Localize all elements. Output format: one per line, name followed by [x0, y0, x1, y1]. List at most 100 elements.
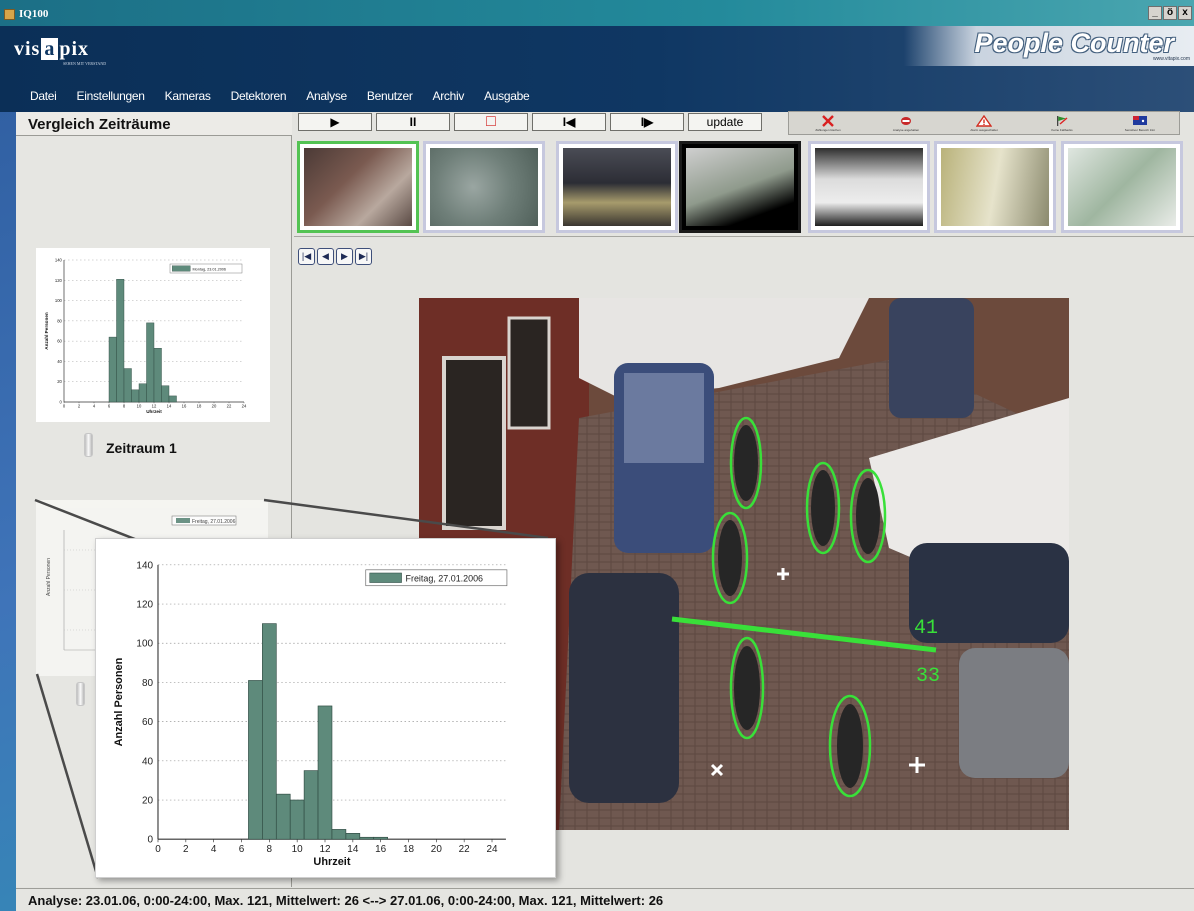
y-tick-label: 80: [142, 678, 154, 689]
menu-archiv[interactable]: Archiv: [433, 89, 465, 103]
analysis-status-bar: Analyse: 23.01.06, 0:00-24:00, Max. 121,…: [16, 888, 1194, 911]
ghost-y-label: Anzahl Personen: [46, 558, 52, 596]
sensitive-area-button[interactable]: Sensitiver Bereich Inkl.: [1101, 112, 1179, 134]
camera-thumb-3[interactable]: [556, 141, 678, 233]
stop-button[interactable]: □: [454, 113, 528, 131]
next-frame-button[interactable]: ▶: [336, 248, 353, 265]
tool-label: Sensitiver Bereich Inkl.: [1124, 127, 1156, 132]
menu-detektoren[interactable]: Detektoren: [231, 89, 287, 103]
step-back-button[interactable]: I◀: [532, 113, 606, 131]
close-button[interactable]: x: [1178, 6, 1192, 20]
histogram-bar: [331, 829, 347, 840]
app-title-text: IQ100: [19, 8, 49, 20]
product-banner: People Counter www.vitapix.com: [904, 26, 1194, 66]
period2-histogram-magnified[interactable]: 0204060801001201400 2 4 6 8 10 12 14 16 18 20 22 24A…: [95, 538, 556, 878]
y-axis-label: Anzahl Personen: [44, 312, 49, 350]
y-tick-label: 0: [147, 835, 153, 846]
camera-thumb-4[interactable]: [679, 141, 801, 233]
x-tick-label: 24: [486, 844, 498, 855]
y-tick-label: 60: [142, 717, 154, 728]
x-tick-label: 22: [459, 844, 471, 855]
first-frame-button[interactable]: |◀: [298, 248, 315, 265]
product-title: People Counter: [974, 28, 1174, 58]
pause-button[interactable]: II: [376, 113, 450, 131]
camera-thumb-2[interactable]: [423, 141, 545, 233]
legend-swatch: [172, 265, 191, 272]
histogram-bar: [262, 623, 277, 840]
x-tick-label: 20: [212, 403, 217, 408]
x-tick-label: 10: [292, 844, 304, 855]
vitapix-logo: vis a pix SEHEN MIT VERSTAND: [14, 38, 106, 66]
menu-datei[interactable]: Datei: [30, 89, 57, 103]
x-tick-label: 14: [167, 403, 172, 408]
clear-counts-button[interactable]: Zählungen löschen: [789, 112, 867, 134]
logo-text: vis a pix: [14, 38, 89, 60]
alarm-off-button[interactable]: Alarm ausgeschaltet: [945, 112, 1023, 134]
legend-swatch: [369, 572, 402, 583]
app-icon: [4, 8, 15, 20]
x-tick-label: 8: [123, 403, 126, 408]
menubar: Datei Einstellungen Kameras Detektoren A…: [30, 89, 549, 103]
no-fallbacks-button[interactable]: Keine Fallbacks: [1023, 112, 1101, 134]
histogram-bar: [303, 770, 319, 840]
y-tick-label: 120: [55, 278, 63, 283]
ghost-legend-text: Freitag, 27.01.2006: [192, 519, 236, 525]
period1-histogram[interactable]: 0204060801001201400 2 4 6 8 10 12 14 16 18 20 22 24A…: [36, 248, 270, 422]
period1-toggle[interactable]: [84, 433, 93, 457]
play-button[interactable]: ▶: [298, 113, 372, 131]
legend-label: Freitag, 27.01.2006: [406, 573, 484, 583]
y-tick-label: 20: [57, 379, 62, 384]
x-tick-label: 6: [239, 844, 245, 855]
restore-button[interactable]: ö: [1163, 6, 1177, 20]
app-title: IQ100: [4, 7, 48, 21]
camera-thumb-7[interactable]: [1061, 141, 1183, 233]
x-tick-label: 10: [137, 403, 142, 408]
x-tick-label: 0: [63, 403, 66, 408]
x-tick-label: 4: [211, 844, 217, 855]
histogram-bar: [359, 836, 375, 840]
x-tick-label: 2: [183, 844, 189, 855]
window-titlebar: IQ100 _ ö x: [0, 0, 1194, 26]
y-tick-label: 100: [136, 639, 153, 650]
histogram-bar: [116, 279, 125, 403]
x-tick-label: 24: [242, 403, 247, 408]
stop-sign-icon: [901, 116, 911, 125]
logo-highlight: a: [41, 38, 59, 60]
logo-suffix: pix: [59, 38, 90, 60]
camera-thumb-6[interactable]: [934, 141, 1056, 233]
tool-label: Analyse angehalten: [892, 127, 920, 132]
playback-controls: ▶ II □ I◀ I▶ update: [294, 112, 784, 134]
update-button[interactable]: update: [688, 113, 762, 131]
histogram-bar: [248, 680, 263, 840]
menu-analyse[interactable]: Analyse: [306, 89, 347, 103]
x-tick-label: 12: [152, 403, 157, 408]
camera-thumb-5[interactable]: [808, 141, 930, 233]
x-tick-label: 18: [197, 403, 202, 408]
minimize-button[interactable]: _: [1148, 6, 1162, 20]
period2-toggle[interactable]: [76, 682, 85, 706]
last-frame-button[interactable]: ▶|: [355, 248, 372, 265]
x-axis-label: Uhrzeit: [146, 409, 162, 414]
x-icon: [822, 114, 834, 127]
status-toolbar: Zählungen löschen Analyse angehalten Ala…: [788, 111, 1180, 135]
menu-einstellungen[interactable]: Einstellungen: [77, 89, 145, 103]
tool-label: Alarm ausgeschaltet: [970, 127, 998, 132]
menu-kameras[interactable]: Kameras: [165, 89, 211, 103]
menu-ausgabe[interactable]: Ausgabe: [484, 89, 530, 103]
tool-label: Keine Fallbacks: [1051, 127, 1073, 132]
histogram-bar: [373, 836, 388, 840]
camera-thumb-1[interactable]: [297, 141, 419, 233]
step-forward-button[interactable]: I▶: [610, 113, 684, 131]
y-tick-label: 140: [136, 560, 153, 571]
x-tick-label: 16: [375, 844, 387, 855]
menu-benutzer[interactable]: Benutzer: [367, 89, 413, 103]
y-tick-label: 120: [136, 600, 153, 611]
histogram-bar: [161, 385, 170, 403]
x-tick-label: 18: [403, 844, 415, 855]
previous-frame-button[interactable]: ◀: [317, 248, 334, 265]
analysis-stopped-button[interactable]: Analyse angehalten: [867, 112, 945, 134]
histogram-bar: [146, 322, 155, 403]
histogram-bar: [168, 395, 177, 403]
period1-label: Zeitraum 1: [106, 440, 177, 456]
x-tick-label: 12: [319, 844, 331, 855]
